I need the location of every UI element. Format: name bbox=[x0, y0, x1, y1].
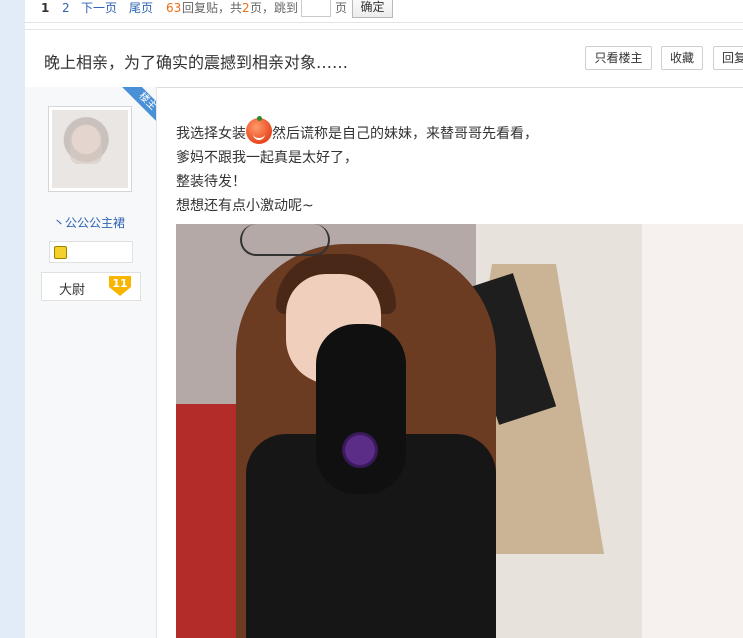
avatar[interactable] bbox=[48, 106, 132, 192]
rank-box: 大尉 11 bbox=[41, 272, 141, 301]
post-line-1b: 然后谎称是自己的妹妹，来替哥哥先看看， bbox=[272, 126, 538, 142]
only-op-button[interactable]: 只看楼主 bbox=[585, 46, 652, 70]
thread-title: 晚上相亲，为了确实的震撼到相亲对象…… bbox=[44, 53, 349, 72]
level-badge-icon[interactable]: 11 bbox=[109, 276, 131, 298]
favorite-button[interactable]: 收藏 bbox=[661, 46, 703, 70]
left-sidebar-strip bbox=[0, 0, 25, 638]
level-number: 11 bbox=[112, 277, 128, 290]
post-line-1: 我选择女装 然后谎称是自己的妹妹，来替哥哥先看看， bbox=[176, 116, 538, 144]
post-line-1a: 我选择女装 bbox=[176, 126, 246, 142]
avatar-image bbox=[52, 110, 128, 188]
orange-smile-emoji-icon bbox=[246, 116, 272, 144]
post-line-4: 想想还有点小激动呢~ bbox=[176, 198, 314, 214]
post-line-3: 整装待发！ bbox=[176, 174, 246, 190]
pages-jump-text: 页，跳到 bbox=[250, 1, 299, 15]
reply-text: 回复贴，共 bbox=[182, 1, 243, 15]
medal-icon[interactable] bbox=[54, 246, 67, 259]
page-unit: 页 bbox=[335, 1, 348, 15]
pager-next[interactable]: 下一页 bbox=[81, 0, 117, 16]
post-photo[interactable] bbox=[176, 224, 743, 638]
pager: 1 2 下一页 尾页 63 回复贴，共 2 页，跳到 页 确定 bbox=[25, 0, 743, 23]
pager-page-2[interactable]: 2 bbox=[62, 0, 70, 16]
jump-confirm-button[interactable]: 确定 bbox=[352, 0, 393, 18]
pager-current-page: 1 bbox=[41, 1, 50, 15]
thread-title-bar: 晚上相亲，为了确实的震撼到相亲对象…… 只看楼主 收藏 回复 bbox=[25, 29, 743, 88]
total-pages: 2 bbox=[242, 1, 250, 15]
reply-count: 63 bbox=[166, 1, 182, 15]
reply-button[interactable]: 回复 bbox=[713, 46, 743, 70]
medal-box bbox=[49, 241, 133, 263]
rank-label: 大尉 bbox=[59, 283, 86, 298]
author-name[interactable]: 丶公公公主裙 bbox=[53, 214, 125, 231]
post-line-2: 爹妈不跟我一起真是太好了， bbox=[176, 150, 358, 166]
pager-last[interactable]: 尾页 bbox=[129, 0, 153, 16]
jump-page-input[interactable] bbox=[301, 0, 331, 17]
